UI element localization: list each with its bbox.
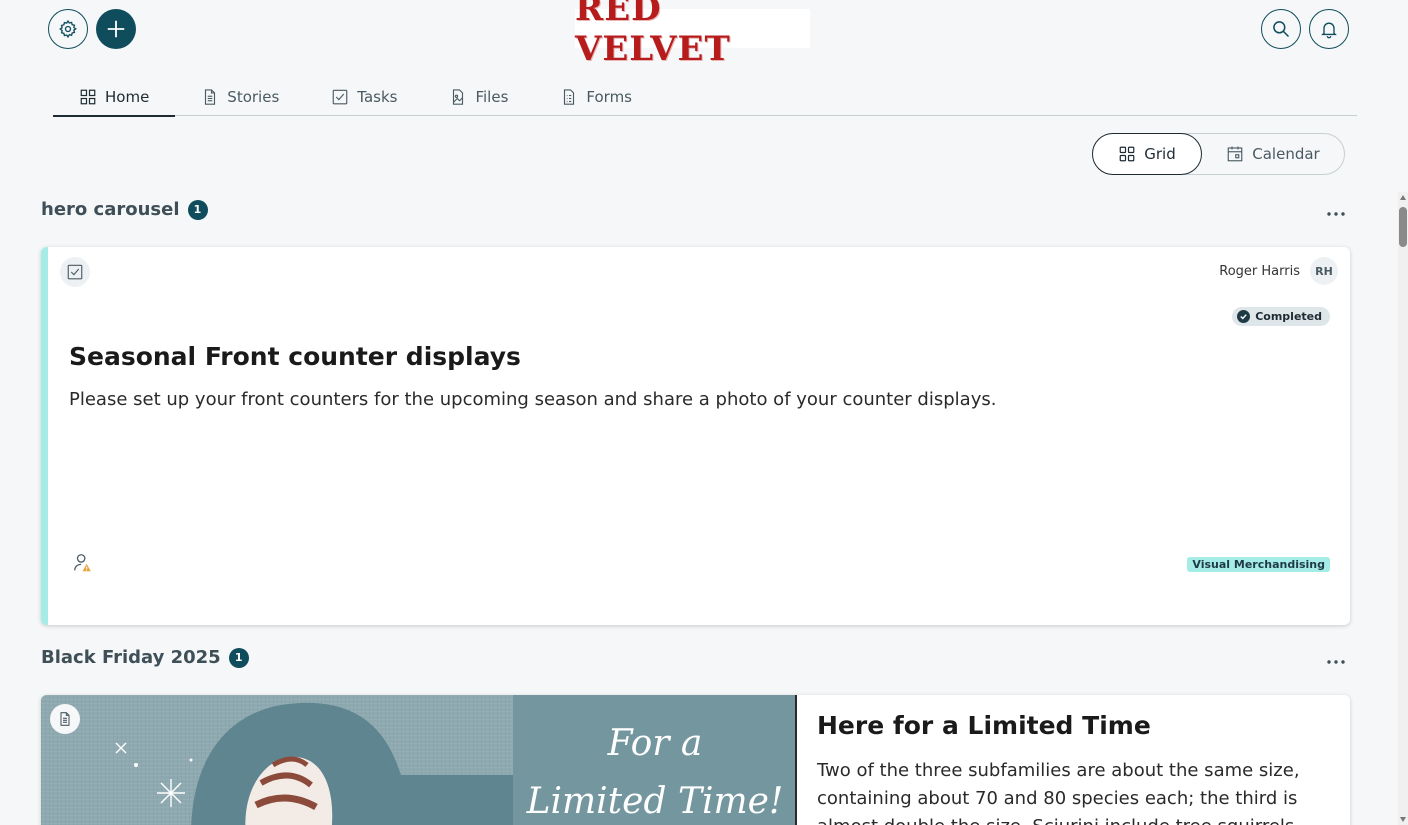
status-label: Completed	[1255, 310, 1322, 323]
promo-text-line2: Limited Time!	[526, 781, 784, 822]
story-content: Here for a Limited Time Two of the three…	[799, 695, 1350, 825]
calendar-view-label: Calendar	[1252, 145, 1320, 163]
file-image-icon	[453, 89, 464, 105]
card-description: Please set up your front counters for th…	[69, 389, 997, 410]
task-icon	[332, 89, 348, 105]
story-image: For a Limited Time!	[41, 695, 797, 825]
category-tag: Visual Merchandising	[1187, 557, 1330, 572]
view-toggle: Grid Calendar	[1092, 133, 1345, 175]
more-horizontal-icon	[1327, 660, 1345, 664]
tab-files[interactable]: Files	[423, 78, 534, 116]
plus-icon	[107, 20, 125, 38]
bell-icon	[1321, 22, 1337, 39]
count-badge: 1	[187, 199, 208, 220]
calendar-view-button[interactable]: Calendar	[1202, 134, 1344, 174]
card-title[interactable]: Seasonal Front counter displays	[69, 342, 521, 371]
card-description: Two of the three subfamilies are about t…	[817, 760, 1300, 825]
search-button[interactable]	[1261, 9, 1301, 49]
user-warning-icon[interactable]	[72, 552, 94, 578]
scroll-down-arrow-icon[interactable]	[1400, 817, 1406, 822]
section-more-button[interactable]	[1326, 647, 1346, 671]
brand-logo[interactable]: RED VELVET	[575, 0, 810, 69]
card-title[interactable]: Here for a Limited Time	[817, 711, 1151, 740]
status-badge: Completed	[1232, 307, 1330, 326]
tab-tasks[interactable]: Tasks	[305, 78, 423, 116]
tab-home[interactable]: Home	[53, 78, 176, 117]
tab-forms[interactable]: Forms	[534, 78, 658, 116]
tab-label: Tasks	[357, 88, 398, 106]
author-name: Roger Harris	[1219, 263, 1300, 279]
logo-text: RED VELVET	[575, 0, 731, 69]
scroll-up-arrow-icon[interactable]	[1400, 195, 1406, 200]
calendar-icon	[1227, 146, 1243, 162]
card-type-badge	[50, 704, 80, 734]
page-scrollbar[interactable]	[1398, 192, 1408, 825]
task-icon	[67, 264, 83, 280]
card-type-badge	[60, 257, 90, 287]
document-icon	[205, 89, 216, 105]
grid-view-label: Grid	[1144, 145, 1176, 163]
card-author: Roger Harris RH	[1219, 257, 1338, 285]
tab-label: Forms	[586, 88, 632, 106]
story-card[interactable]: For a Limited Time! Here for a Limited T…	[41, 695, 1350, 825]
section-title: hero carousel	[41, 199, 180, 220]
tab-stories[interactable]: Stories	[175, 78, 305, 116]
add-button[interactable]	[96, 9, 136, 49]
section-more-button[interactable]	[1326, 199, 1346, 223]
grid-icon	[80, 89, 96, 105]
task-card[interactable]: Roger Harris RH Completed Seasonal Front…	[41, 247, 1350, 625]
section-header: Black Friday 2025 1	[41, 647, 249, 668]
section-title: Black Friday 2025	[41, 647, 221, 668]
tab-label: Stories	[227, 88, 280, 106]
section-header: hero carousel 1	[41, 199, 208, 220]
scrollbar-thumb[interactable]	[1399, 207, 1407, 247]
promo-text-line1: For a	[607, 723, 703, 764]
form-icon	[564, 89, 575, 105]
more-horizontal-icon	[1327, 212, 1345, 216]
document-icon	[60, 712, 70, 726]
settings-button[interactable]	[48, 9, 88, 49]
grid-icon	[1119, 146, 1135, 162]
check-circle-icon	[1237, 310, 1251, 323]
main-tabs: Home Stories Tasks Files Forms	[53, 78, 1357, 117]
tab-label: Files	[475, 88, 509, 106]
promo-illustration: For a Limited Time!	[41, 695, 795, 825]
grid-view-button[interactable]: Grid	[1092, 133, 1202, 175]
tab-label: Home	[105, 88, 150, 106]
count-badge: 1	[228, 647, 249, 668]
notifications-button[interactable]	[1309, 9, 1349, 49]
search-icon	[1273, 21, 1290, 38]
gear-icon	[59, 19, 77, 39]
avatar[interactable]: RH	[1310, 257, 1338, 285]
